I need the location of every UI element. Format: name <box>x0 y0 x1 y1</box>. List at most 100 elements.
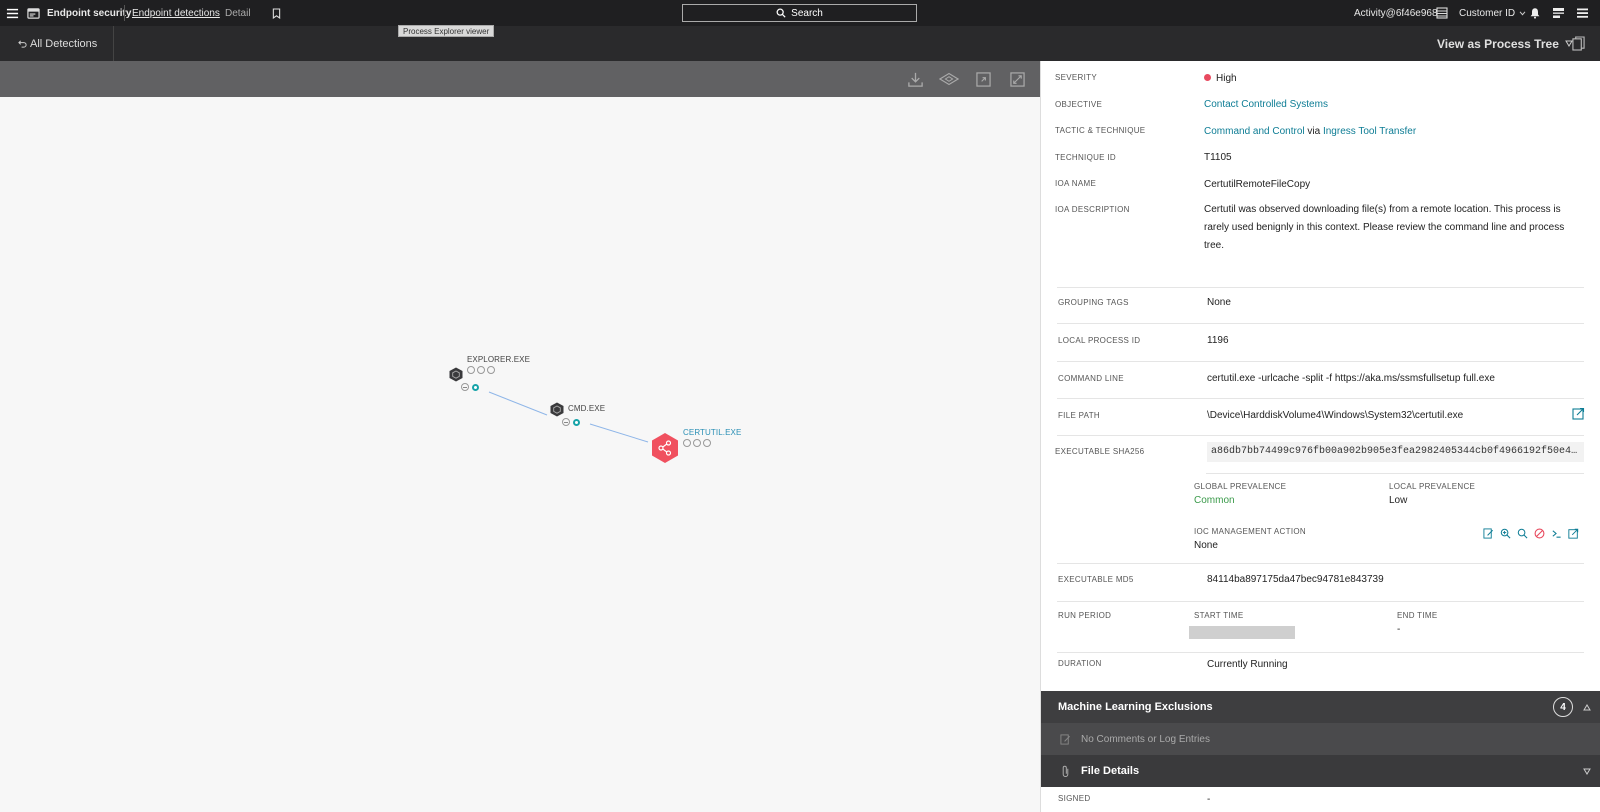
list-icon[interactable] <box>1576 0 1589 26</box>
node-label-explorer[interactable]: EXPLORER.EXE <box>467 355 530 364</box>
back-arrow-icon <box>18 40 27 48</box>
bookmark-icon[interactable] <box>272 0 282 26</box>
command-line-value: certutil.exe -urlcache -split -f https:/… <box>1207 373 1495 384</box>
technique-link[interactable]: Ingress Tool Transfer <box>1323 126 1416 137</box>
chevron-up-icon[interactable] <box>1583 691 1591 723</box>
objective-link[interactable]: Contact Controlled Systems <box>1204 99 1328 110</box>
explorer-node-controls <box>461 383 479 391</box>
duration-value: Currently Running <box>1207 659 1288 670</box>
file-details-title: File Details <box>1081 765 1140 777</box>
copy-icon[interactable] <box>1572 26 1586 61</box>
start-time-label: START TIME <box>1194 611 1244 620</box>
severity-value: High <box>1204 70 1584 88</box>
technique-id-value: T1105 <box>1204 152 1232 163</box>
divider <box>113 26 114 61</box>
local-pid-label: LOCAL PROCESS ID <box>1058 336 1141 345</box>
divider <box>1206 473 1584 474</box>
signed-label: SIGNED <box>1058 794 1091 803</box>
zoom-in-icon[interactable] <box>1499 527 1512 540</box>
md5-value[interactable]: 84114ba897175da47bec94781e843739 <box>1207 571 1584 589</box>
global-prevalence-label: GLOBAL PREVALENCE <box>1194 482 1287 491</box>
ioa-name-value: CertutilRemoteFileCopy <box>1204 179 1311 190</box>
fit-to-screen-icon[interactable] <box>1007 69 1027 89</box>
sha256-label: EXECUTABLE SHA256 <box>1055 447 1145 456</box>
process-graph-canvas[interactable]: EXPLORER.EXE CMD.EXE CERTUTIL.EXE <box>0 97 1040 812</box>
certutil-node-icon[interactable] <box>651 432 679 464</box>
customer-id-label: Customer ID <box>1459 7 1516 19</box>
global-prevalence-value: Common <box>1194 495 1235 506</box>
activity-user[interactable]: Activity@6f46e968 <box>1354 0 1438 26</box>
command-line-label: COMMAND LINE <box>1058 374 1124 383</box>
breadcrumb-current: Detail <box>225 7 251 19</box>
divider <box>1057 435 1584 436</box>
external-link-icon[interactable] <box>1567 527 1580 540</box>
divider <box>1057 563 1584 564</box>
app-name[interactable]: Endpoint security <box>47 0 131 26</box>
document-icon[interactable] <box>1436 0 1448 26</box>
edge-cmd-certutil <box>589 423 649 443</box>
block-icon[interactable] <box>1533 527 1546 540</box>
explorer-node-indicators <box>467 366 495 374</box>
md5-label: EXECUTABLE MD5 <box>1058 575 1134 584</box>
tactic-via-text: via <box>1307 126 1321 137</box>
local-pid-value: 1196 <box>1207 335 1229 346</box>
search-label: Search <box>791 7 823 19</box>
hamburger-menu-icon[interactable] <box>4 0 20 26</box>
collapse-icon[interactable] <box>461 383 469 391</box>
grouping-tags-label: GROUPING TAGS <box>1058 298 1129 307</box>
endpoint-app-icon <box>27 0 41 26</box>
download-icon[interactable] <box>905 69 925 89</box>
ml-exclusions-title: Machine Learning Exclusions <box>1058 701 1213 713</box>
notifications-bell-icon[interactable] <box>1529 0 1541 26</box>
paperclip-icon <box>1062 765 1069 777</box>
search-icon[interactable] <box>1516 527 1529 540</box>
customer-id-dropdown[interactable]: Customer ID <box>1459 0 1526 26</box>
all-detections-back-button[interactable]: All Detections <box>18 26 97 61</box>
severity-label: SEVERITY <box>1055 73 1097 82</box>
ioa-description-label: IOA DESCRIPTION <box>1055 205 1130 214</box>
certutil-node-indicators <box>683 439 711 447</box>
grouping-tags-value[interactable]: None <box>1207 294 1584 312</box>
ioc-action-toolbar <box>1482 527 1580 540</box>
chevron-down-icon <box>1519 11 1526 16</box>
local-prevalence-value: Low <box>1389 495 1408 506</box>
node-label-certutil[interactable]: CERTUTIL.EXE <box>683 428 741 437</box>
search-icon <box>776 8 786 18</box>
edit-note-icon[interactable] <box>1482 527 1495 540</box>
comments-row: No Comments or Log Entries <box>1041 723 1600 755</box>
objective-label: OBJECTIVE <box>1055 100 1103 109</box>
divider <box>1057 398 1584 399</box>
ioc-action-value: None <box>1194 540 1218 551</box>
technique-id-label: TECHNIQUE ID <box>1055 153 1116 162</box>
explorer-node-icon[interactable] <box>449 367 463 382</box>
file-path-label: FILE PATH <box>1058 411 1100 420</box>
graph-edges <box>488 391 649 443</box>
expand-icon[interactable] <box>973 69 993 89</box>
file-path-value: \Device\HarddiskVolume4\Windows\System32… <box>1207 410 1464 421</box>
chevron-down-icon[interactable] <box>1583 755 1591 787</box>
collapse-icon[interactable] <box>562 418 570 426</box>
panel-icon[interactable] <box>1552 0 1565 26</box>
expand-dot-icon[interactable] <box>573 418 580 426</box>
severity-text: High <box>1216 73 1237 84</box>
tactic-link[interactable]: Command and Control <box>1204 126 1305 137</box>
external-link-icon[interactable] <box>1572 407 1585 420</box>
duration-label: DURATION <box>1058 659 1102 668</box>
ioa-description-value: Certutil was observed downloading file(s… <box>1204 204 1565 251</box>
cmd-node-icon[interactable] <box>550 402 564 417</box>
end-time-value: - <box>1397 624 1401 635</box>
search-button[interactable]: Search <box>682 4 917 22</box>
chevron-right-icon: › <box>212 7 216 19</box>
ioa-name-label: IOA NAME <box>1055 179 1097 188</box>
view-as-process-tree-dropdown[interactable]: View as Process Tree <box>1437 26 1573 61</box>
cmd-node-controls <box>562 418 580 426</box>
breadcrumb-endpoint-detections[interactable]: Endpoint detections <box>132 0 220 26</box>
terminal-icon[interactable] <box>1550 527 1563 540</box>
layers-view-icon[interactable] <box>939 69 959 89</box>
expand-dot-icon[interactable] <box>472 383 479 391</box>
file-details-header[interactable]: File Details <box>1041 755 1600 787</box>
divider <box>124 5 125 21</box>
node-label-cmd[interactable]: CMD.EXE <box>568 404 605 413</box>
ml-exclusions-header[interactable]: Machine Learning Exclusions 4 <box>1041 691 1600 723</box>
sha256-value[interactable]: a86db7bb74499c976fb00a902b905e3fea298240… <box>1207 442 1584 462</box>
